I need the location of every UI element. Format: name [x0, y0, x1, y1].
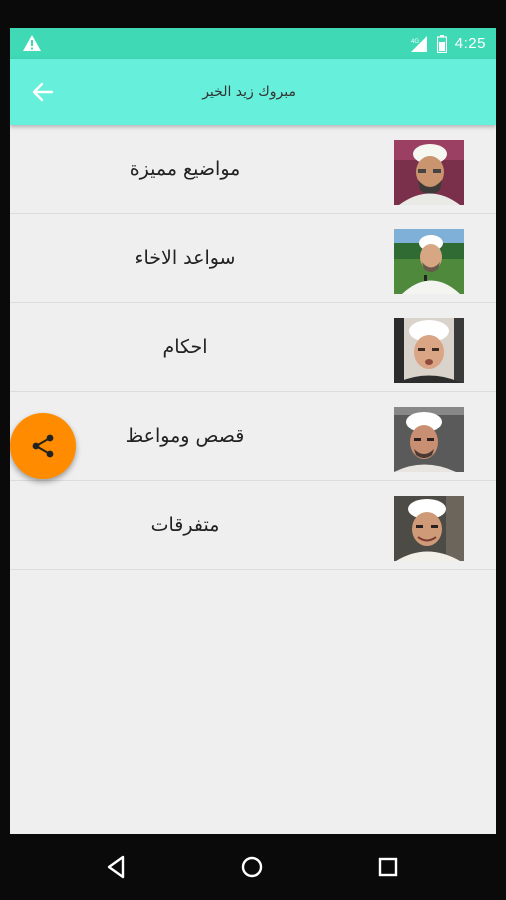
list-item-label: احكام: [162, 336, 208, 358]
network-type-label: 4G: [411, 39, 419, 45]
app-bar: مبروك زيد الخير: [10, 59, 496, 125]
sheikh-portrait-4: [394, 407, 464, 472]
navigation-bar: [0, 834, 506, 900]
sheikh-portrait-1: [394, 140, 464, 205]
arrow-left-icon[interactable]: [30, 79, 56, 105]
status-right: 4G 4:25: [409, 28, 486, 59]
list-item[interactable]: سواعد الاخاء: [10, 214, 496, 303]
share-button[interactable]: [10, 413, 76, 479]
home-circle-icon[interactable]: [237, 852, 267, 882]
sheikh-portrait-2: [394, 229, 464, 294]
list-item[interactable]: متفرقات: [10, 481, 496, 570]
back-triangle-icon[interactable]: [101, 852, 131, 882]
category-list: مواضيع مميزة سواعد الاخاء احكام قصص وموا…: [10, 125, 496, 570]
share-icon: [32, 434, 54, 458]
list-item[interactable]: احكام: [10, 303, 496, 392]
list-item[interactable]: قصص ومواعظ: [10, 392, 496, 481]
signal-icon: 4G: [410, 35, 427, 52]
sheikh-portrait-3: [394, 318, 464, 383]
list-item-label: مواضيع مميزة: [129, 158, 241, 180]
list-item-label: سواعد الاخاء: [134, 247, 236, 269]
status-bar: 4G 4:25: [10, 28, 496, 59]
list-item-label: قصص ومواعظ: [125, 425, 245, 447]
list-item[interactable]: مواضيع مميزة: [10, 125, 496, 214]
device-frame: 4G 4:25 مبروك زيد الخير مواضيع مميزة سوا…: [0, 0, 506, 900]
page-title: مبروك زيد الخير: [202, 84, 296, 100]
sheikh-portrait-5: [394, 496, 464, 561]
status-time: 4:25: [454, 35, 486, 52]
battery-icon: [436, 34, 447, 53]
warning-icon: [23, 35, 41, 51]
screen: 4G 4:25 مبروك زيد الخير مواضيع مميزة سوا…: [10, 28, 496, 834]
list-item-label: متفرقات: [150, 514, 220, 536]
recents-square-icon[interactable]: [373, 852, 403, 882]
